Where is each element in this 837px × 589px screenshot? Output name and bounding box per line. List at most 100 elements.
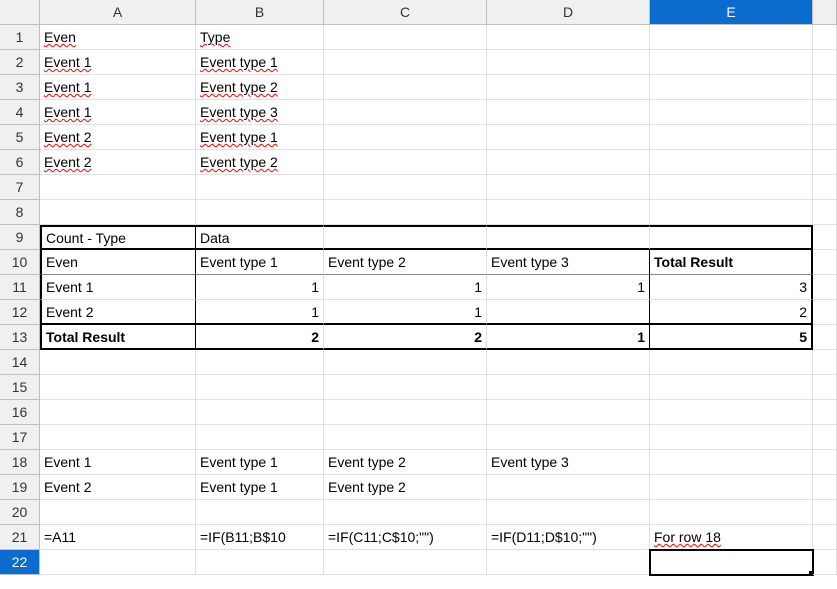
cell-C16[interactable]: [324, 400, 487, 425]
row-header-22[interactable]: 22: [0, 550, 40, 575]
cell-B19[interactable]: Event type 1: [196, 475, 324, 500]
cell-C8[interactable]: [324, 200, 487, 225]
row-header-21[interactable]: 21: [0, 525, 40, 550]
cell-B13[interactable]: 2: [196, 325, 324, 350]
cell-E7[interactable]: [650, 175, 813, 200]
cell-B14[interactable]: [196, 350, 324, 375]
cell-D3[interactable]: [487, 75, 650, 100]
cell-B17[interactable]: [196, 425, 324, 450]
cell-B5[interactable]: Event type 1: [196, 125, 324, 150]
cell-D16[interactable]: [487, 400, 650, 425]
cell-E20[interactable]: [650, 500, 813, 525]
cell-C1[interactable]: [324, 25, 487, 50]
cell-E16[interactable]: [650, 400, 813, 425]
cell-E4[interactable]: [650, 100, 813, 125]
cell-B20[interactable]: [196, 500, 324, 525]
row-header-11[interactable]: 11: [0, 275, 40, 300]
cell-E12[interactable]: 2: [650, 300, 813, 325]
cell-A16[interactable]: [40, 400, 196, 425]
cell-A10[interactable]: Even: [40, 250, 196, 275]
cell-8[interactable]: [813, 200, 837, 225]
spreadsheet-grid[interactable]: ABCDE1EvenType2Event 1Event type 13Event…: [0, 0, 837, 589]
cell-E15[interactable]: [650, 375, 813, 400]
cell-2[interactable]: [813, 50, 837, 75]
cell-A22[interactable]: [40, 550, 196, 575]
cell-B12[interactable]: 1: [196, 300, 324, 325]
cell-B4[interactable]: Event type 3: [196, 100, 324, 125]
cell-18[interactable]: [813, 450, 837, 475]
cell-A17[interactable]: [40, 425, 196, 450]
cell-D8[interactable]: [487, 200, 650, 225]
row-header-12[interactable]: 12: [0, 300, 40, 325]
cell-C7[interactable]: [324, 175, 487, 200]
cell-7[interactable]: [813, 175, 837, 200]
cell-D7[interactable]: [487, 175, 650, 200]
cell-C20[interactable]: [324, 500, 487, 525]
cell-C14[interactable]: [324, 350, 487, 375]
cell-A8[interactable]: [40, 200, 196, 225]
cell-E5[interactable]: [650, 125, 813, 150]
cell-D21[interactable]: =IF(D11;D$10;""): [487, 525, 650, 550]
cell-C9[interactable]: [324, 225, 487, 250]
cell-E13[interactable]: 5: [650, 325, 813, 350]
col-header-[interactable]: [813, 0, 837, 25]
cell-C3[interactable]: [324, 75, 487, 100]
cell-D10[interactable]: Event type 3: [487, 250, 650, 275]
cell-11[interactable]: [813, 275, 837, 300]
cell-B16[interactable]: [196, 400, 324, 425]
cell-C10[interactable]: Event type 2: [324, 250, 487, 275]
cell-B22[interactable]: [196, 550, 324, 575]
col-header-A[interactable]: A: [40, 0, 196, 25]
cell-D4[interactable]: [487, 100, 650, 125]
row-header-7[interactable]: 7: [0, 175, 40, 200]
cell-A19[interactable]: Event 2: [40, 475, 196, 500]
cell-D15[interactable]: [487, 375, 650, 400]
cell-B11[interactable]: 1: [196, 275, 324, 300]
cell-20[interactable]: [813, 500, 837, 525]
cell-B9[interactable]: Data: [196, 225, 324, 250]
cell-D18[interactable]: Event type 3: [487, 450, 650, 475]
row-header-20[interactable]: 20: [0, 500, 40, 525]
cell-D19[interactable]: [487, 475, 650, 500]
cell-E11[interactable]: 3: [650, 275, 813, 300]
col-header-E[interactable]: E: [650, 0, 813, 25]
col-header-B[interactable]: B: [196, 0, 324, 25]
cell-C2[interactable]: [324, 50, 487, 75]
cell-A15[interactable]: [40, 375, 196, 400]
cell-15[interactable]: [813, 375, 837, 400]
cell-D17[interactable]: [487, 425, 650, 450]
cell-C6[interactable]: [324, 150, 487, 175]
cell-C4[interactable]: [324, 100, 487, 125]
col-header-C[interactable]: C: [324, 0, 487, 25]
cell-A18[interactable]: Event 1: [40, 450, 196, 475]
cell-B2[interactable]: Event type 1: [196, 50, 324, 75]
cell-B8[interactable]: [196, 200, 324, 225]
cell-A4[interactable]: Event 1: [40, 100, 196, 125]
cell-A20[interactable]: [40, 500, 196, 525]
cell-E18[interactable]: [650, 450, 813, 475]
cell-16[interactable]: [813, 400, 837, 425]
row-header-16[interactable]: 16: [0, 400, 40, 425]
cell-E8[interactable]: [650, 200, 813, 225]
row-header-4[interactable]: 4: [0, 100, 40, 125]
cell-C18[interactable]: Event type 2: [324, 450, 487, 475]
cell-C19[interactable]: Event type 2: [324, 475, 487, 500]
cell-4[interactable]: [813, 100, 837, 125]
cell-A7[interactable]: [40, 175, 196, 200]
cell-C15[interactable]: [324, 375, 487, 400]
cell-A2[interactable]: Event 1: [40, 50, 196, 75]
cell-B7[interactable]: [196, 175, 324, 200]
row-header-15[interactable]: 15: [0, 375, 40, 400]
cell-E2[interactable]: [650, 50, 813, 75]
row-header-8[interactable]: 8: [0, 200, 40, 225]
cell-19[interactable]: [813, 475, 837, 500]
cell-A6[interactable]: Event 2: [40, 150, 196, 175]
cell-B15[interactable]: [196, 375, 324, 400]
cell-C22[interactable]: [324, 550, 487, 575]
cell-E22[interactable]: [650, 550, 813, 575]
cell-B1[interactable]: Type: [196, 25, 324, 50]
cell-C5[interactable]: [324, 125, 487, 150]
cell-D11[interactable]: 1: [487, 275, 650, 300]
cell-E17[interactable]: [650, 425, 813, 450]
col-header-D[interactable]: D: [487, 0, 650, 25]
